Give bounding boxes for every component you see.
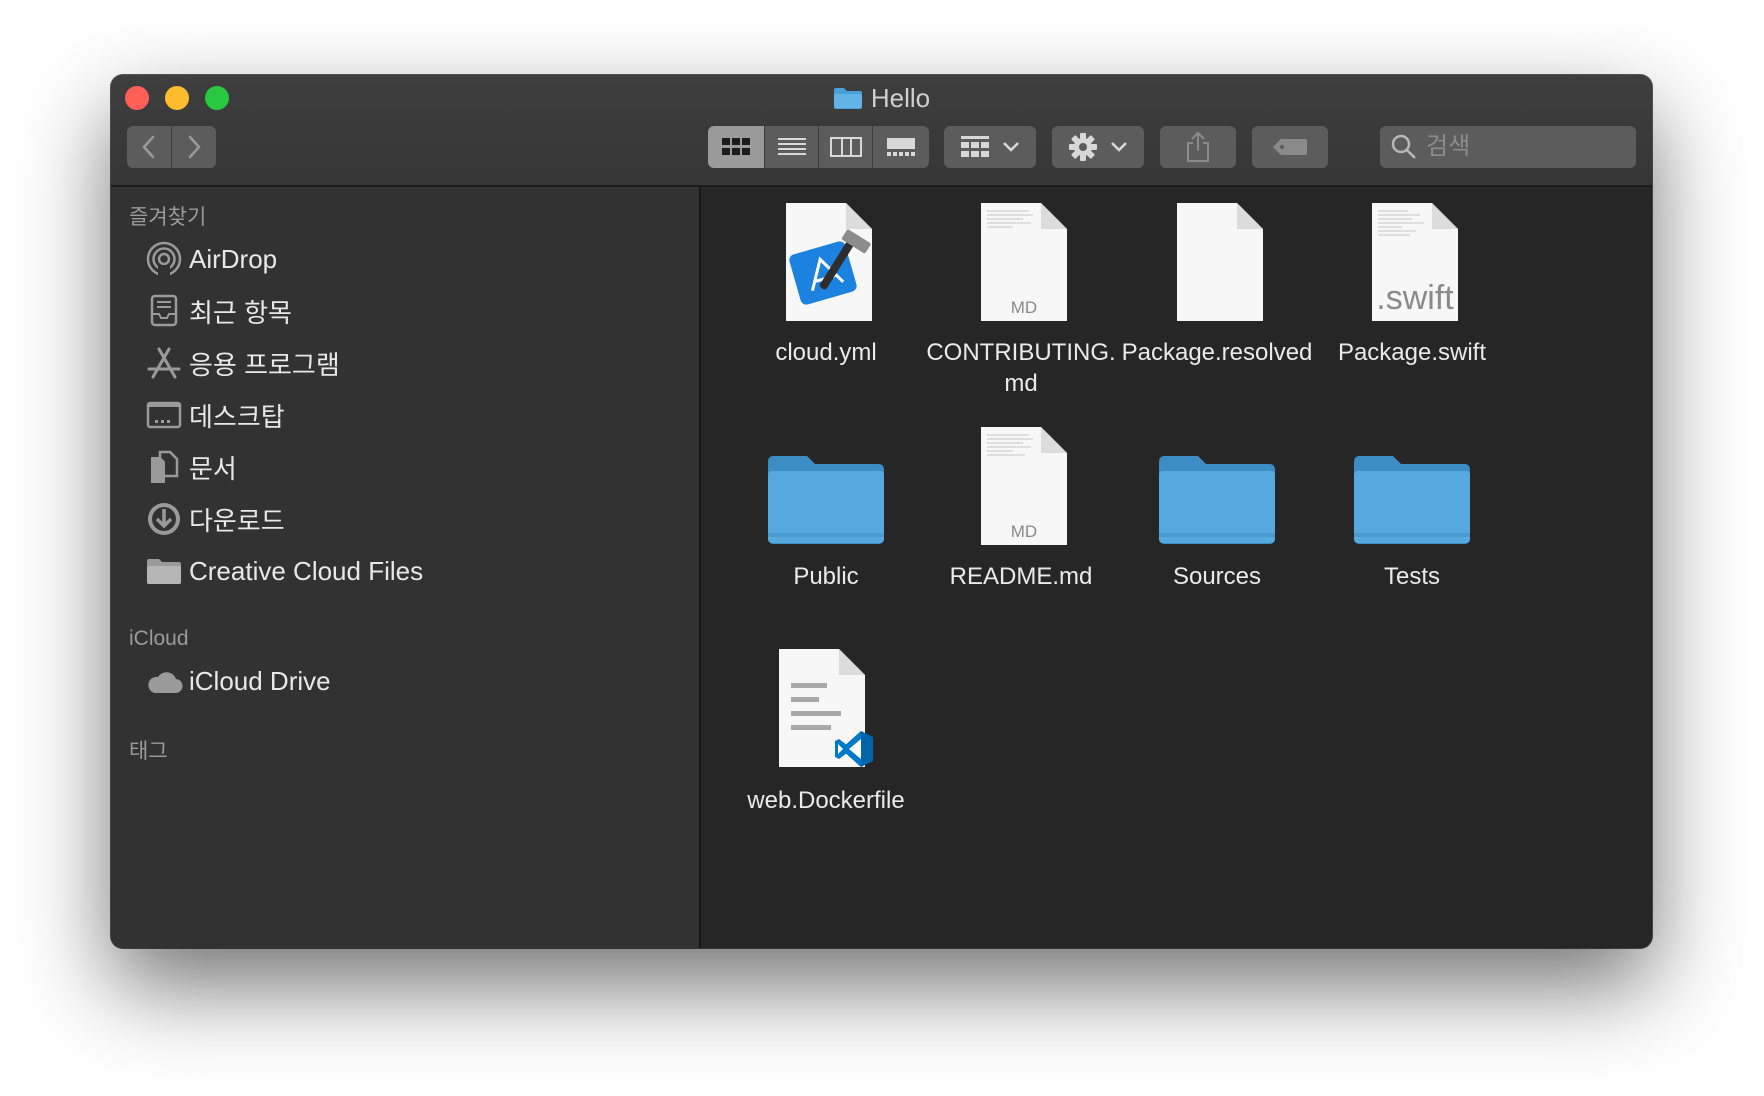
sidebar-item-recents[interactable]: 최근 항목: [145, 291, 292, 331]
gallery-icon: [887, 138, 915, 156]
file-name: Tests: [1383, 563, 1440, 590]
sidebar-item-label: AirDrop: [189, 243, 278, 274]
action-menu-button[interactable]: [1052, 126, 1144, 168]
gallery-view-button[interactable]: [872, 126, 929, 168]
file-name: Sources: [1172, 563, 1262, 590]
sidebar-item-label: 데스크탑: [189, 401, 285, 432]
chevron-down-icon: [1111, 142, 1127, 152]
markdown-document-icon: MD: [921, 417, 1121, 547]
chevron-right-icon: [188, 135, 201, 159]
sidebar-item-icloud-drive[interactable]: iCloud Drive: [145, 661, 331, 701]
desktop-icon: [145, 396, 183, 434]
markdown-document-icon: MD: [921, 193, 1121, 323]
columns-icon: [829, 137, 862, 157]
file-item[interactable]: web.Dockerfile: [726, 641, 926, 816]
window-title-text: Hello: [870, 83, 931, 113]
sidebar-item-downloads[interactable]: 다운로드: [145, 499, 285, 539]
file-name: Package.swift: [1337, 339, 1487, 366]
share-icon: [1187, 131, 1209, 162]
cloud-icon: [145, 662, 183, 700]
sidebar: 즐겨찾기 AirDrop 최근 항목 응용 프로그램 데스크탑 문서 다운로드 …: [111, 187, 701, 948]
blank-document-icon: [1117, 193, 1317, 323]
file-name: CONTRIBUTING. md: [926, 339, 1116, 397]
tags-button[interactable]: [1252, 126, 1328, 168]
file-name: cloud.yml: [775, 339, 877, 366]
tag-icon: [1273, 139, 1307, 155]
xcode-document-icon: [726, 193, 926, 323]
documents-icon: [145, 448, 183, 486]
file-item[interactable]: MD README.md: [921, 417, 1121, 592]
file-name: Public: [793, 563, 859, 590]
list-view-button[interactable]: [764, 126, 818, 168]
sidebar-item-desktop[interactable]: 데스크탑: [145, 395, 285, 435]
chevron-down-icon: [1003, 142, 1019, 152]
finder-window: Hello 검색 즐겨찾기 AirDrop 최근 항목 응용 프로그램 데스크탑…: [111, 75, 1652, 948]
icloud-heading: iCloud: [129, 627, 189, 650]
file-name: web.Dockerfile: [747, 787, 905, 814]
folder-icon: [145, 552, 183, 590]
airdrop-icon: [145, 240, 183, 278]
sidebar-item-airdrop[interactable]: AirDrop: [145, 239, 277, 279]
gear-icon: [1069, 133, 1097, 161]
file-item[interactable]: cloud.yml: [726, 193, 926, 368]
folder-icon: [833, 86, 863, 116]
file-item[interactable]: .swift Package.swift: [1312, 193, 1512, 368]
file-item[interactable]: Sources: [1117, 417, 1317, 592]
tags-heading: 태그: [129, 740, 168, 763]
share-button[interactable]: [1160, 126, 1236, 168]
folder-icon: [726, 417, 926, 547]
sidebar-item-label: 최근 항목: [189, 297, 292, 328]
forward-button[interactable]: [171, 126, 216, 168]
sidebar-item-label: iCloud Drive: [189, 665, 331, 696]
downloads-icon: [145, 500, 183, 538]
file-grid: cloud.yml MD CONTRIBUTING. md Package.re…: [701, 187, 1652, 948]
recents-icon: [145, 292, 183, 330]
file-item[interactable]: MD CONTRIBUTING. md: [921, 193, 1121, 399]
folder-icon: [1117, 417, 1317, 547]
file-badge: MD: [1011, 522, 1037, 541]
vscode-document-icon: [726, 641, 926, 771]
sidebar-item-creative-cloud-files[interactable]: Creative Cloud Files: [145, 551, 423, 591]
list-icon: [777, 138, 806, 155]
group-grid-icon: [961, 136, 989, 157]
search-input[interactable]: [1424, 132, 1628, 162]
window-title: Hello: [111, 83, 1652, 116]
view-mode-selector: [708, 126, 929, 168]
file-badge: .swift: [1376, 279, 1454, 317]
file-item[interactable]: Tests: [1312, 417, 1512, 592]
column-view-button[interactable]: [818, 126, 872, 168]
icon-view-button[interactable]: [708, 126, 764, 168]
chevron-left-icon: [142, 135, 155, 159]
search-field[interactable]: [1380, 126, 1636, 168]
nav-buttons: [127, 126, 216, 168]
file-name: README.md: [949, 563, 1093, 590]
group-by-button[interactable]: [944, 126, 1036, 168]
file-item[interactable]: Package.resolved: [1117, 193, 1317, 368]
sidebar-item-applications[interactable]: 응용 프로그램: [145, 343, 340, 383]
folder-icon: [1312, 417, 1512, 547]
sidebar-item-label: 문서: [189, 453, 237, 484]
sidebar-item-documents[interactable]: 문서: [145, 447, 237, 487]
file-name: Package.resolved: [1121, 339, 1313, 366]
grid-icon: [722, 138, 750, 155]
swift-document-icon: .swift: [1312, 193, 1512, 323]
file-badge: MD: [1011, 298, 1037, 317]
file-item[interactable]: Public: [726, 417, 926, 592]
sidebar-item-label: Creative Cloud Files: [189, 555, 424, 586]
toolbar: Hello: [111, 75, 1652, 187]
sidebar-item-label: 다운로드: [189, 505, 285, 536]
favorites-heading: 즐겨찾기: [129, 206, 207, 229]
back-button[interactable]: [127, 126, 171, 168]
applications-icon: [145, 344, 183, 382]
sidebar-item-label: 응용 프로그램: [189, 349, 340, 380]
search-icon: [1391, 134, 1416, 159]
